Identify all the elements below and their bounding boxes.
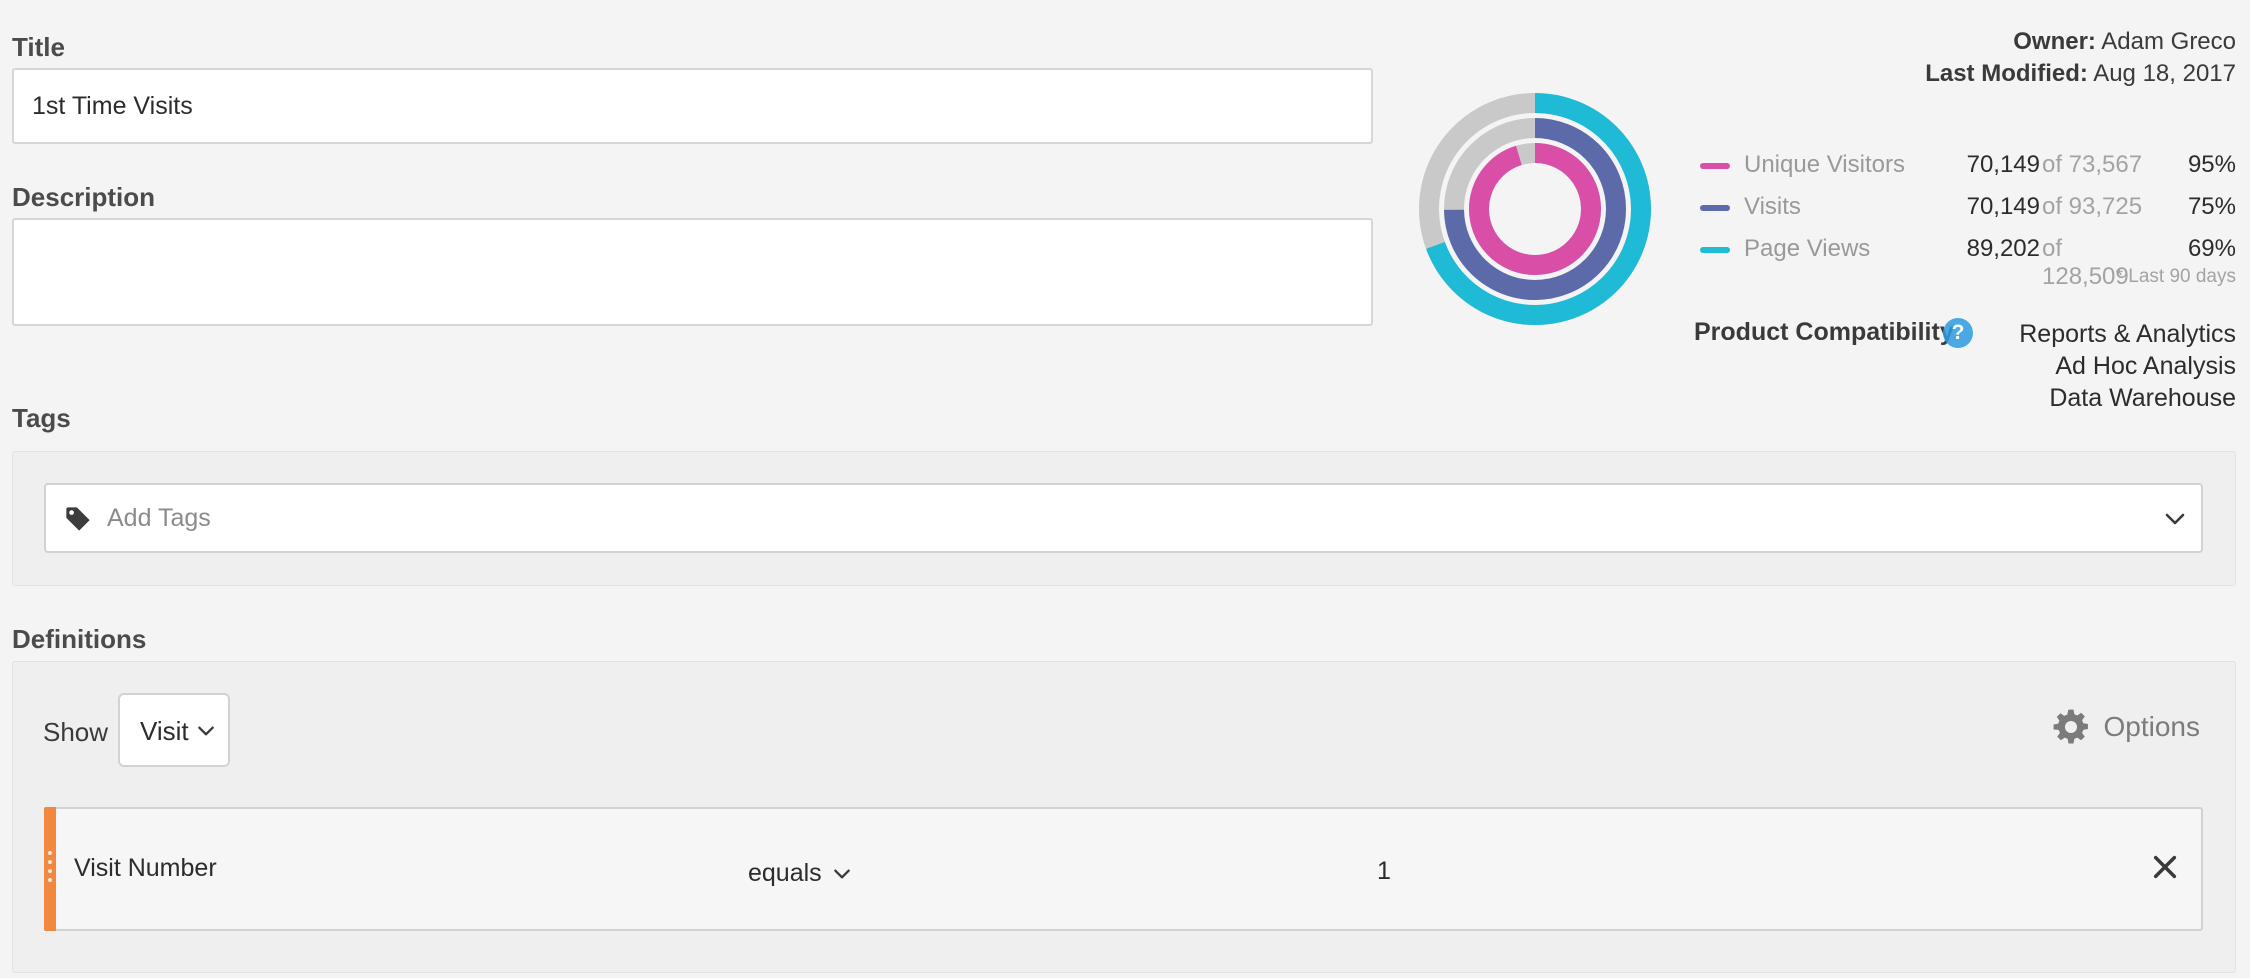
drag-dot xyxy=(48,878,52,882)
legend-total: of 93,725 xyxy=(2042,193,2143,220)
title-input[interactable] xyxy=(12,68,1373,144)
options-button[interactable]: Options xyxy=(2052,702,2201,752)
rule-value[interactable]: 1 xyxy=(1377,857,1391,886)
tags-placeholder: Add Tags xyxy=(107,504,211,532)
help-icon[interactable]: ? xyxy=(1943,318,1973,348)
show-select-value: Visit xyxy=(140,716,189,746)
rule-field-name: Visit Number xyxy=(74,854,217,882)
last-modified-value: Aug 18, 2017 xyxy=(2093,60,2236,87)
legend-row-unique-visitors: Unique Visitors 70,149 of 73,567 95% xyxy=(1700,149,2236,183)
rule-operator-select[interactable]: equals xyxy=(748,859,852,888)
drag-handle[interactable] xyxy=(44,807,56,931)
product-compatibility-label: Product Compatibility xyxy=(1694,318,1954,346)
show-select[interactable]: Visit xyxy=(118,693,230,767)
options-label: Options xyxy=(2103,711,2201,742)
chevron-down-icon[interactable] xyxy=(2163,507,2187,531)
title-label: Title xyxy=(12,32,65,62)
legend-name: Page Views xyxy=(1744,235,1871,262)
legend-percent: 95% xyxy=(2187,151,2236,178)
legend-value: 70,149 xyxy=(1966,151,2040,178)
legend-value: 70,149 xyxy=(1966,193,2040,220)
gear-icon xyxy=(2053,709,2088,744)
rule-operator-value: equals xyxy=(748,859,822,887)
owner-label: Owner: xyxy=(2013,28,2096,55)
owner-value: Adam Greco xyxy=(2101,28,2236,55)
product-item: Data Warehouse xyxy=(2049,384,2236,412)
drag-dot xyxy=(48,869,52,873)
legend-percent: 75% xyxy=(2187,193,2236,220)
legend-percent: 69% xyxy=(2187,235,2236,262)
legend-row-visits: Visits 70,149 of 93,725 75% xyxy=(1700,191,2236,225)
tags-input[interactable]: Add Tags xyxy=(44,483,2203,553)
legend-footnote: * Last 90 days xyxy=(2115,266,2236,287)
legend-total: of 73,567 xyxy=(2042,151,2143,178)
legend-name: Unique Visitors xyxy=(1744,151,1905,178)
legend-row-page-views: Page Views 89,202 of 128,509 69% xyxy=(1700,233,2236,290)
legend-swatch xyxy=(1700,247,1730,253)
product-item: Reports & Analytics xyxy=(2019,320,2236,348)
chevron-down-icon xyxy=(198,726,214,736)
close-icon[interactable] xyxy=(2151,853,2179,881)
usage-donut-chart xyxy=(1419,93,1651,325)
tags-label: Tags xyxy=(12,403,71,433)
show-label: Show xyxy=(43,717,109,747)
legend-swatch xyxy=(1700,163,1730,169)
last-modified-label: Last Modified: xyxy=(1925,60,2088,87)
legend-value: 89,202 xyxy=(1966,235,2040,262)
owner-line: Owner: Adam Greco xyxy=(2013,28,2236,56)
last-modified-line: Last Modified: Aug 18, 2017 xyxy=(1925,60,2236,88)
definitions-label: Definitions xyxy=(12,624,147,654)
legend-name: Visits xyxy=(1744,193,1801,220)
drag-dot xyxy=(48,860,52,864)
product-compatibility-list: Reports & Analytics Ad Hoc Analysis Data… xyxy=(2019,318,2236,414)
tag-icon xyxy=(66,507,90,531)
description-label: Description xyxy=(12,182,156,212)
description-input[interactable] xyxy=(12,218,1373,326)
definition-rule-row[interactable]: Visit Number equals 1 xyxy=(44,807,2203,931)
chevron-down-icon xyxy=(833,869,850,878)
drag-dot xyxy=(48,851,52,855)
description-textarea[interactable] xyxy=(32,238,1353,325)
title-input-value[interactable] xyxy=(32,91,1353,121)
donut-ring-unique-visitors xyxy=(1469,143,1601,275)
legend-swatch xyxy=(1700,205,1730,211)
product-item: Ad Hoc Analysis xyxy=(2055,352,2236,380)
